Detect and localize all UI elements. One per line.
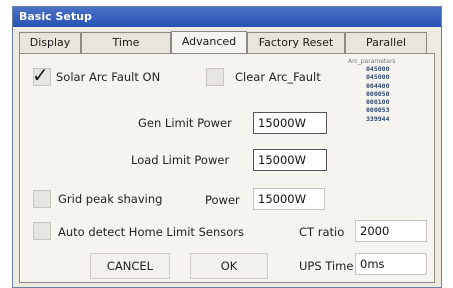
load-limit-power-label: Load Limit Power: [131, 153, 230, 167]
auto-detect-checkbox[interactable]: [33, 222, 51, 240]
arc-log-header: Arc_parameters: [348, 58, 396, 65]
arc-log-line: 000050: [366, 89, 390, 98]
tab-parallel[interactable]: Parallel: [345, 32, 427, 53]
grid-peak-shaving-checkbox[interactable]: [33, 190, 51, 208]
arc-log-line: 004400: [366, 81, 390, 90]
cancel-button[interactable]: CANCEL: [90, 253, 170, 279]
gen-limit-power-label: Gen Limit Power: [138, 116, 232, 130]
ups-time-label: UPS Time: [299, 259, 354, 273]
solar-arc-fault-label: Solar Arc Fault ON: [56, 70, 161, 84]
arc-log-line: 045000: [366, 73, 390, 82]
arc-log-line: 000100: [366, 98, 390, 107]
grid-peak-power-label: Power: [205, 193, 240, 207]
load-limit-power-field[interactable]: 15000W: [253, 149, 327, 171]
ct-ratio-field[interactable]: 2000: [355, 220, 427, 242]
gen-limit-power-field[interactable]: 15000W: [253, 112, 327, 134]
auto-detect-label: Auto detect Home Limit Sensors: [58, 225, 244, 239]
tab-time[interactable]: Time: [81, 32, 171, 53]
title-bar: Basic Setup: [13, 7, 441, 27]
arc-log-line: 339944: [366, 114, 390, 123]
arc-parameters-log: Arc_parameters 045000 045000 004400 0000…: [348, 58, 414, 123]
clear-arc-fault-label: Clear Arc_Fault: [235, 70, 321, 84]
grid-peak-shaving-label: Grid peak shaving: [58, 192, 163, 206]
tab-display[interactable]: Display: [19, 32, 81, 53]
clear-arc-fault-checkbox[interactable]: [206, 68, 224, 86]
check-mark-icon: ✓: [32, 63, 49, 87]
solar-arc-fault-checkbox[interactable]: ✓: [32, 63, 51, 87]
ups-time-field[interactable]: 0ms: [355, 253, 427, 275]
tab-advanced[interactable]: Advanced: [171, 31, 247, 54]
grid-peak-power-field[interactable]: 15000W: [253, 188, 325, 210]
ct-ratio-label: CT ratio: [299, 225, 345, 239]
ok-button[interactable]: OK: [190, 253, 268, 279]
arc-log-line: 000053: [366, 106, 390, 115]
basic-setup-window: Basic Setup Display Time Advanced Factor…: [12, 6, 442, 288]
arc-log-line: 045000: [366, 65, 390, 73]
tab-factory-reset[interactable]: Factory Reset: [247, 32, 345, 53]
window-title: Basic Setup: [19, 10, 92, 23]
